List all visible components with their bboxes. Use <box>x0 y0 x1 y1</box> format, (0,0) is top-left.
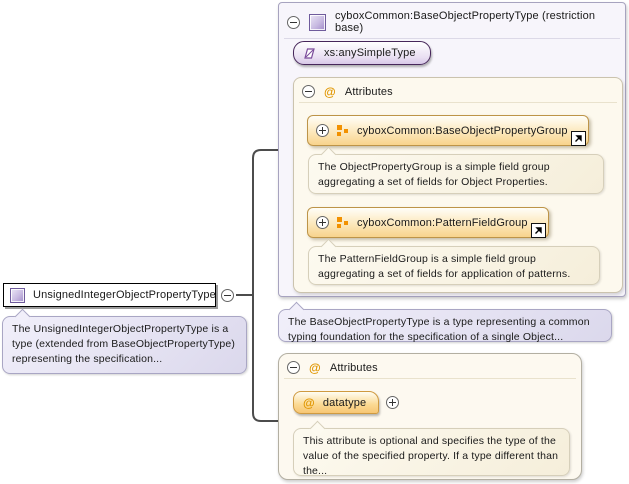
expand-toggle[interactable] <box>316 124 329 137</box>
separator <box>284 378 576 379</box>
at-icon: @ <box>303 395 315 410</box>
base-type-annotation-callout: The BaseObjectPropertyType is a type rep… <box>278 301 612 343</box>
at-icon: @ <box>324 84 336 99</box>
expand-toggle[interactable] <box>316 216 329 229</box>
attribute-group-row[interactable]: cyboxCommon:BaseObjectPropertyGroup <box>307 115 589 146</box>
group-annotation-callout: The PatternFieldGroup is a simple field … <box>308 238 600 285</box>
group-icon <box>337 217 348 228</box>
element-annotation-callout: The UnsignedIntegerObjectPropertyType is… <box>2 308 247 374</box>
panel-title: cyboxCommon:BaseObjectPropertyType (rest… <box>335 10 596 34</box>
annotation-text: The UnsignedIntegerObjectPropertyType is… <box>12 323 235 365</box>
element-label: UnsignedIntegerObjectPropertyType <box>33 289 216 301</box>
reference-arrow-icon[interactable] <box>530 223 546 238</box>
attribute-annotation-callout: This attribute is optional and specifies… <box>293 420 570 477</box>
group-icon <box>337 125 348 136</box>
attributes-label: Attributes <box>329 361 378 374</box>
attributes-header: @ Attributes <box>279 354 581 378</box>
separator <box>299 102 617 103</box>
collapse-toggle[interactable] <box>302 85 315 98</box>
complex-type-icon <box>10 287 25 303</box>
annotation-text: The PatternFieldGroup is a simple field … <box>318 253 571 280</box>
collapse-toggle[interactable] <box>287 15 300 29</box>
attribute-group-row[interactable]: cyboxCommon:PatternFieldGroup <box>307 207 549 238</box>
base-type-panel: cyboxCommon:BaseObjectPropertyType (rest… <box>278 2 626 297</box>
annotation-text: The BaseObjectPropertyType is a type rep… <box>288 316 590 343</box>
at-icon: @ <box>309 360 321 375</box>
annotation-text: This attribute is optional and specifies… <box>303 435 559 477</box>
attributes-header: @ Attributes <box>294 78 622 102</box>
simple-type-icon <box>304 47 315 59</box>
callout-pointer <box>309 420 326 437</box>
attributes-panel: @ Attributes @ datatype This attribute i… <box>278 353 582 480</box>
collapse-toggle[interactable] <box>287 361 300 374</box>
simple-type-pill[interactable]: xs:anySimpleType <box>293 41 431 65</box>
separator <box>284 38 620 39</box>
group-name: cyboxCommon:PatternFieldGroup <box>357 216 528 229</box>
complex-type-icon <box>309 13 326 31</box>
expand-toggle[interactable] <box>386 396 400 409</box>
group-name: cyboxCommon:BaseObjectPropertyGroup <box>357 124 568 137</box>
annotation-text: The ObjectPropertyGroup is a simple fiel… <box>318 161 550 188</box>
panel-header: cyboxCommon:BaseObjectPropertyType (rest… <box>279 3 625 38</box>
callout-pointer <box>320 146 337 163</box>
element-box[interactable]: UnsignedIntegerObjectPropertyType <box>3 283 216 307</box>
group-annotation-callout: The ObjectPropertyGroup is a simple fiel… <box>308 146 604 194</box>
attribute-name: datatype <box>322 396 367 409</box>
simple-type-label: xs:anySimpleType <box>324 47 416 59</box>
attribute-pill[interactable]: @ datatype <box>293 391 380 414</box>
attribute-row: @ datatype <box>293 391 400 414</box>
attributes-label: Attributes <box>344 85 393 98</box>
schema-diagram: UnsignedIntegerObjectPropertyType The Un… <box>0 0 629 484</box>
reference-arrow-icon[interactable] <box>570 131 586 146</box>
attributes-group-box: @ Attributes cyboxCommon:BaseObjectPrope… <box>293 77 623 293</box>
collapse-toggle[interactable] <box>221 289 234 302</box>
callout-pointer <box>320 238 337 255</box>
